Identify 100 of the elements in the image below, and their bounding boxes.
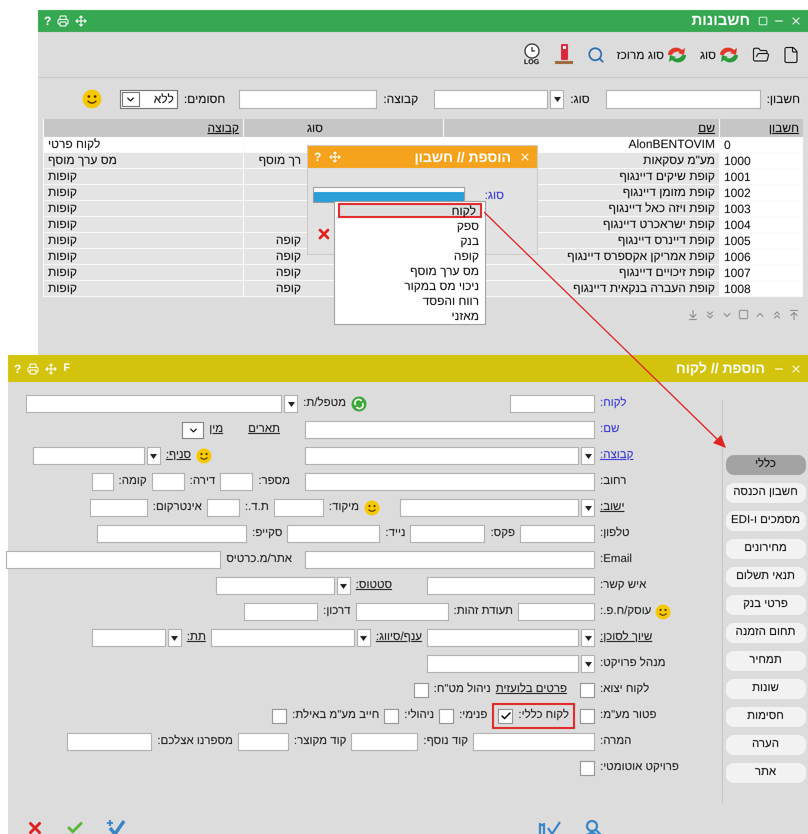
text-field[interactable]: [238, 733, 289, 751]
dropdown-option[interactable]: מאזני: [335, 308, 485, 323]
checkbox[interactable]: [272, 708, 288, 724]
field-link[interactable]: סניף:: [166, 447, 191, 465]
text-field[interactable]: [305, 473, 595, 491]
checkbox[interactable]: [580, 708, 595, 724]
dropdown-field[interactable]: [427, 629, 595, 647]
field-link[interactable]: תארים: [248, 421, 280, 439]
text-field[interactable]: [97, 525, 248, 543]
text-field[interactable]: [239, 90, 378, 108]
move-icon[interactable]: [75, 15, 88, 27]
sidebar-tab[interactable]: מחירונים: [726, 539, 806, 559]
checkbox[interactable]: [414, 682, 429, 698]
folder-icon[interactable]: [752, 46, 770, 64]
search-icon[interactable]: [586, 46, 605, 64]
sidebar-tab[interactable]: שונות: [726, 679, 806, 699]
sidebar-tab[interactable]: תחום הזמנה: [726, 623, 806, 643]
field-link[interactable]: פרטים בלועזית: [496, 681, 567, 699]
text-field[interactable]: [152, 473, 185, 491]
cancel-button[interactable]: [26, 819, 44, 834]
chevrons-up-icon[interactable]: [771, 309, 783, 321]
confirm-button[interactable]: [66, 819, 84, 834]
field-link[interactable]: ענף/סיווג:: [376, 629, 422, 647]
type-button[interactable]: סוג: [700, 46, 740, 64]
column-header[interactable]: חשבון: [719, 119, 803, 137]
dropdown-field[interactable]: [427, 655, 595, 673]
checkbox[interactable]: [384, 708, 400, 724]
checkbox[interactable]: [498, 708, 514, 724]
close-icon[interactable]: [790, 362, 802, 374]
text-field[interactable]: [92, 473, 114, 491]
text-field[interactable]: [473, 733, 595, 751]
field-link[interactable]: קבוצה:: [600, 447, 634, 465]
text-field[interactable]: [6, 551, 222, 569]
move-icon[interactable]: [45, 362, 58, 374]
text-field[interactable]: [356, 603, 449, 621]
maximize-icon[interactable]: [758, 16, 768, 26]
column-header[interactable]: קבוצה: [43, 119, 243, 137]
sidebar-tab[interactable]: מסמכים ו-EDI: [726, 511, 806, 531]
text-field[interactable]: [287, 525, 380, 543]
text-field[interactable]: [90, 499, 148, 517]
confirm-add-button[interactable]: [106, 819, 126, 834]
text-field[interactable]: [67, 733, 152, 751]
sidebar-tab[interactable]: כללי: [726, 455, 806, 475]
device-icon[interactable]: [552, 42, 575, 66]
dropdown-field[interactable]: [210, 629, 371, 647]
dropdown-field[interactable]: [400, 499, 595, 517]
sidebar-tab[interactable]: תמחיר: [726, 651, 806, 671]
sidebar-tab[interactable]: אתר: [726, 763, 806, 783]
move-icon[interactable]: [329, 151, 342, 163]
text-field[interactable]: [274, 499, 324, 517]
field-link[interactable]: תת:: [186, 629, 206, 647]
dropdown-field[interactable]: [434, 90, 564, 108]
text-field[interactable]: [305, 421, 595, 439]
sidebar-tab[interactable]: חשבון הכנסה: [726, 483, 806, 503]
column-header[interactable]: סוג: [243, 119, 443, 137]
checkbox[interactable]: [439, 708, 454, 724]
cancel-icon[interactable]: [316, 226, 332, 242]
dropdown-field[interactable]: [182, 422, 204, 438]
refresh-icon[interactable]: [351, 396, 367, 412]
field-link[interactable]: ישוב:: [600, 499, 624, 517]
arrow-down-to-line-icon[interactable]: [687, 309, 699, 321]
dropdown-field[interactable]: [32, 447, 161, 465]
field-link[interactable]: שיוך לסוכן:: [600, 629, 652, 647]
checkbox[interactable]: [580, 682, 595, 698]
text-field[interactable]: [510, 395, 595, 413]
text-field[interactable]: [520, 525, 595, 543]
field-link[interactable]: מין: [209, 421, 224, 439]
field-link[interactable]: סטטוס:: [356, 577, 392, 595]
print-icon[interactable]: [27, 362, 40, 374]
sidebar-tab[interactable]: הערה: [726, 735, 806, 755]
text-field[interactable]: [427, 577, 595, 595]
text-field[interactable]: [410, 525, 486, 543]
search-user-icon[interactable]: [584, 819, 604, 834]
text-field[interactable]: [351, 733, 418, 751]
dropdown-field[interactable]: ללא: [120, 90, 178, 108]
text-field[interactable]: [518, 603, 595, 621]
text-field[interactable]: [305, 551, 595, 569]
text-field[interactable]: [244, 603, 318, 621]
text-field[interactable]: [220, 473, 254, 491]
dropdown-field[interactable]: [216, 577, 351, 595]
column-header[interactable]: שם: [443, 119, 719, 137]
dropdown-option[interactable]: לקוח: [338, 203, 482, 218]
sidebar-tab[interactable]: תנאי תשלום: [726, 567, 806, 587]
arrow-up-to-line-icon[interactable]: [788, 309, 800, 321]
text-field[interactable]: [206, 499, 240, 517]
square-icon[interactable]: [738, 309, 749, 320]
sidebar-tab[interactable]: פרטי בנק: [726, 595, 806, 615]
chevrons-down-icon[interactable]: [704, 309, 716, 321]
approve-columns-icon[interactable]: [538, 820, 562, 834]
text-field[interactable]: [606, 90, 761, 108]
close-icon[interactable]: [790, 15, 802, 27]
checkbox[interactable]: [580, 760, 595, 776]
close-icon[interactable]: [519, 151, 531, 163]
sidebar-tab[interactable]: חסימות: [726, 707, 806, 727]
dropdown-field[interactable]: [305, 447, 595, 465]
bulk-type-button[interactable]: סוג מרוכז: [616, 46, 688, 64]
new-document-icon[interactable]: [782, 46, 800, 64]
dropdown-field[interactable]: [92, 629, 182, 647]
print-icon[interactable]: [57, 15, 70, 27]
dropdown-field[interactable]: [26, 395, 298, 413]
